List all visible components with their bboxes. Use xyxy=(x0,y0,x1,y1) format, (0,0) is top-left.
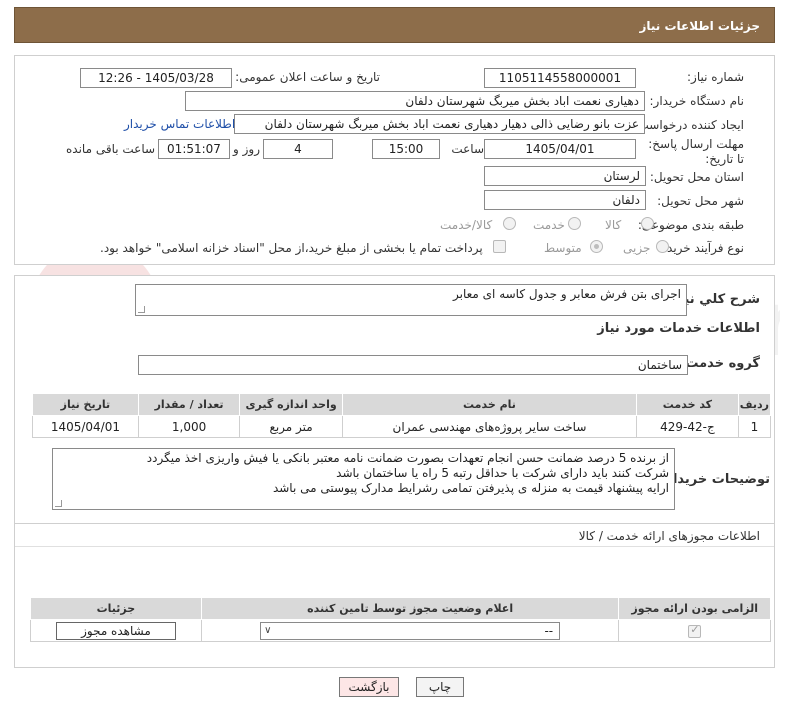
licenses-title: اطلاعات مجوزهای ارائه خدمت / کالا xyxy=(578,529,760,543)
col-service-code: کد خدمت xyxy=(636,393,739,416)
city-label: شهر محل تحویل: xyxy=(657,194,744,208)
category-service-radio[interactable] xyxy=(568,217,581,230)
process-partial-label: جزیی xyxy=(623,241,651,255)
col-license-status: اعلام وضعیت مجوز توسط تامین کننده xyxy=(200,597,620,620)
license-status-select[interactable]: -- ∨ xyxy=(260,621,561,640)
category-goods-service-radio[interactable] xyxy=(503,217,516,230)
category-goods-label: کالا xyxy=(605,218,622,232)
services-section-title: اطلاعات خدمات مورد نیاز xyxy=(597,321,760,336)
process-medium-label: متوسط xyxy=(544,241,582,255)
buyer-note-line-2: شرکت کنند باید دارای شرکت با حداقل رتبه … xyxy=(336,466,669,480)
col-service-name: نام خدمت xyxy=(341,393,638,416)
creator-label: ایجاد کننده درخواست: xyxy=(633,118,744,132)
print-button[interactable]: چاپ xyxy=(416,677,464,697)
chevron-down-icon: ∨ xyxy=(264,624,272,636)
col-quantity: تعداد / مقدار xyxy=(137,393,241,416)
resize-handle[interactable] xyxy=(55,500,62,507)
page-title: جزئیات اطلاعات نیاز xyxy=(639,19,760,33)
category-goods-radio[interactable] xyxy=(641,217,654,230)
deadline-label-text: مهلت ارسال پاسخ: تا تاریخ: xyxy=(648,137,744,166)
licenses-divider xyxy=(15,546,774,547)
service-group-field: ساختمان xyxy=(138,355,688,375)
col-license-required: الزامی بودن ارائه مجوز xyxy=(618,597,771,620)
buyer-note-line-1: از برنده 5 درصد ضمانت حسن انجام تعهدات ب… xyxy=(146,451,669,465)
cell-row-number: 1 xyxy=(737,415,772,438)
cell-unit: متر مربع xyxy=(239,415,343,438)
announce-label: تاریخ و ساعت اعلان عمومی: xyxy=(235,70,380,84)
need-number-field: 1105114558000001 xyxy=(484,68,636,88)
treasury-payment-note: پرداخت تمام یا بخشی از مبلغ خرید،از محل … xyxy=(100,241,483,255)
cell-license-details: مشاهده مجوز xyxy=(30,619,202,642)
deadline-time-label: ساعت xyxy=(451,142,484,156)
cell-license-required xyxy=(618,619,771,642)
process-medium-radio[interactable] xyxy=(590,240,603,253)
category-service-label: خدمت xyxy=(533,218,565,232)
cell-license-status: -- ∨ xyxy=(200,619,620,642)
deadline-date-field: 1405/04/01 xyxy=(484,139,636,159)
process-type-label: نوع فرآیند خرید : xyxy=(659,241,744,255)
buyer-notes-field: از برنده 5 درصد ضمانت حسن انجام تعهدات ب… xyxy=(52,448,675,510)
description-text: اجرای بتن فرش معابر و جدول کاسه ای معابر xyxy=(453,287,681,301)
view-license-button[interactable]: مشاهده مجوز xyxy=(55,621,176,640)
services-table-header: ردیف کد خدمت نام خدمت واحد اندازه گیری ت… xyxy=(32,393,772,416)
licenses-panel xyxy=(14,523,775,668)
city-field: دلفان xyxy=(484,190,646,210)
days-remaining-field: 4 xyxy=(263,139,333,159)
need-number-label: شماره نیاز: xyxy=(687,70,744,84)
col-unit: واحد اندازه گیری xyxy=(239,393,343,416)
announce-field: 1405/03/28 - 12:26 xyxy=(80,68,232,88)
deadline-label: مهلت ارسال پاسخ: تا تاریخ: xyxy=(644,137,744,167)
cell-quantity: 1,000 xyxy=(137,415,241,438)
category-goods-service-label: کالا/خدمت xyxy=(440,218,493,232)
creator-field: عزت بانو رضایی ذالی دهیار دهیاری نعمت اب… xyxy=(234,114,645,134)
col-row-number: ردیف xyxy=(737,393,772,416)
license-required-checkbox[interactable] xyxy=(688,623,702,638)
province-label: استان محل تحویل: xyxy=(649,170,744,184)
buyer-notes-label: توضیحات خریدار: xyxy=(660,472,770,487)
remaining-time-label: ساعت باقی مانده xyxy=(66,142,156,156)
process-partial-radio[interactable] xyxy=(656,240,669,253)
cell-service-name: ساخت سایر پروژه‌های مهندسی عمران xyxy=(341,415,638,438)
page-header: جزئیات اطلاعات نیاز xyxy=(14,7,775,43)
license-status-value: -- xyxy=(544,623,554,638)
licenses-table: الزامی بودن ارائه مجوز اعلام وضعیت مجوز … xyxy=(30,597,771,642)
remaining-time-field: 01:51:07 xyxy=(158,139,230,159)
resize-handle[interactable] xyxy=(138,306,145,313)
description-field: اجرای بتن فرش معابر و جدول کاسه ای معابر xyxy=(135,284,687,316)
deadline-time-field: 15:00 xyxy=(372,139,440,159)
buyer-org-field: دهیاری نعمت اباد بخش میربگ شهرستان دلفان xyxy=(185,91,645,111)
province-field: لرستان xyxy=(484,166,646,186)
cell-service-code: ج-42-429 xyxy=(636,415,739,438)
back-button[interactable]: بازگشت xyxy=(339,677,399,697)
licenses-table-header: الزامی بودن ارائه مجوز اعلام وضعیت مجوز … xyxy=(30,597,771,620)
cell-need-date: 1405/04/01 xyxy=(32,415,139,438)
table-row: -- ∨ مشاهده مجوز xyxy=(30,619,771,642)
table-row: 1 ج-42-429 ساخت سایر پروژه‌های مهندسی عم… xyxy=(32,415,772,438)
buyer-contact-link[interactable]: اطلاعات تماس خریدار xyxy=(124,117,235,131)
col-need-date: تاریخ نیاز xyxy=(32,393,139,416)
buyer-note-line-3: ارایه پیشنهاد قیمت به منزله ی پذیرفتن تم… xyxy=(272,481,669,495)
buyer-org-label: نام دستگاه خریدار: xyxy=(649,94,745,108)
days-label: روز و xyxy=(233,142,260,156)
service-group-label: گروه خدمت: xyxy=(680,356,760,371)
services-table: ردیف کد خدمت نام خدمت واحد اندازه گیری ت… xyxy=(32,393,772,438)
treasury-payment-checkbox[interactable] xyxy=(493,240,506,253)
col-license-details: جزئیات xyxy=(30,597,202,620)
